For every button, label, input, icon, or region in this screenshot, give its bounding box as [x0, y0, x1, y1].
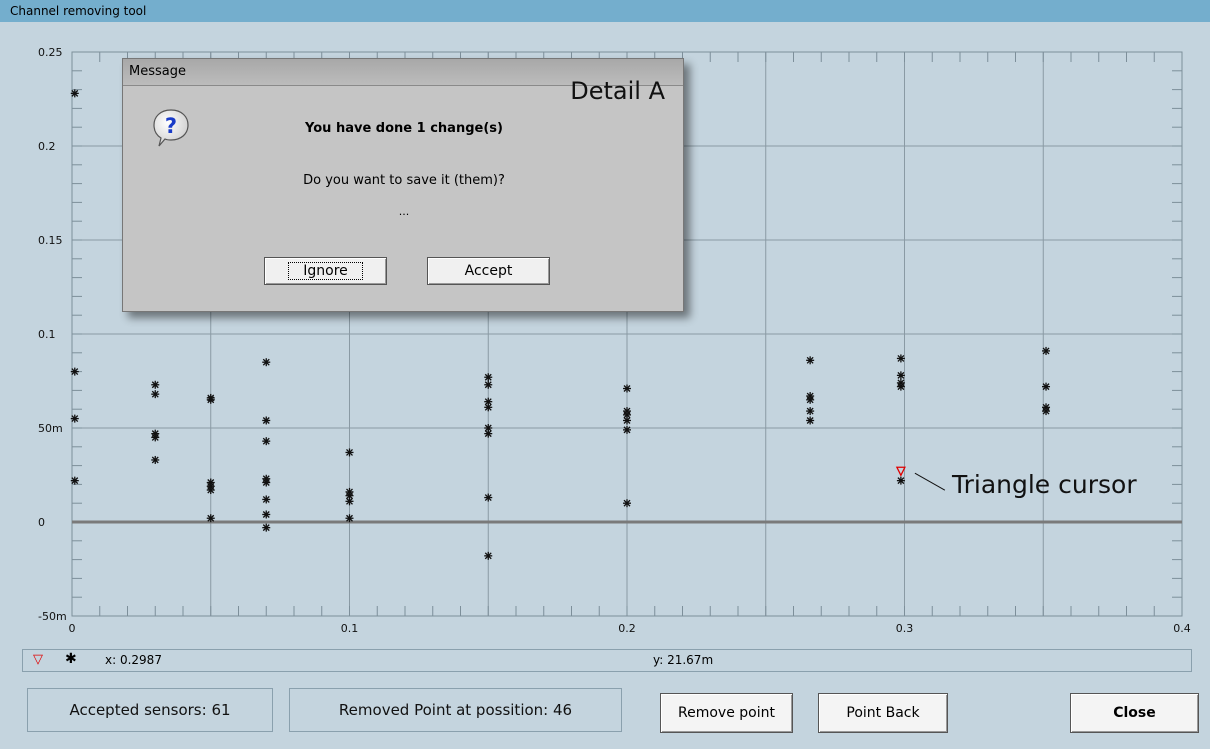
data-point: [206, 486, 215, 495]
data-point: [345, 497, 354, 506]
data-point: [262, 416, 271, 425]
data-point: [484, 380, 493, 389]
data-point: [70, 476, 79, 485]
save-changes-dialog: Message Detail A ? You have done 1 chang…: [122, 58, 684, 312]
x-tick-label: 0.3: [896, 622, 914, 635]
data-point: [262, 478, 271, 487]
data-point: [206, 514, 215, 523]
data-point: [896, 382, 905, 391]
data-point: [896, 476, 905, 485]
data-point: [345, 514, 354, 523]
data-point: [484, 429, 493, 438]
data-point: [151, 380, 160, 389]
y-tick-label: 0.15: [38, 234, 63, 247]
data-point: [1042, 407, 1051, 416]
y-tick-label: 0.2: [38, 140, 56, 153]
data-point: [1042, 346, 1051, 355]
x-tick-label: 0.2: [618, 622, 636, 635]
data-point: [1042, 382, 1051, 391]
dialog-message-ellipsis: ...: [398, 205, 410, 218]
data-point: [484, 373, 493, 382]
data-point: [70, 367, 79, 376]
removed-point-box: Removed Point at possition: 46: [289, 688, 622, 732]
data-point: [70, 89, 79, 98]
triangle-cursor-icon: ▽: [33, 652, 43, 667]
data-point: [806, 407, 815, 416]
data-point: [70, 414, 79, 423]
y-tick-label: 0.25: [38, 46, 63, 59]
dialog-message-question: Do you want to save it (them)?: [303, 173, 505, 188]
data-point: [262, 437, 271, 446]
data-point: [151, 390, 160, 399]
data-point: [484, 403, 493, 412]
x-tick-label: 0.4: [1173, 622, 1191, 635]
data-point: [262, 495, 271, 504]
remove-point-button[interactable]: Remove point: [660, 693, 793, 733]
x-tick-label: 0: [69, 622, 76, 635]
data-point: [262, 358, 271, 367]
data-point: [623, 384, 631, 393]
cursor-y-readout: y: 21.67m: [653, 653, 714, 667]
ignore-button[interactable]: Ignore: [264, 257, 387, 285]
accepted-sensors-box: Accepted sensors: 61: [27, 688, 273, 732]
data-point: [806, 395, 815, 404]
cursor-x-readout: x: 0.2987: [105, 653, 162, 667]
x-tick-label: 0.1: [341, 622, 359, 635]
data-point: [484, 493, 493, 502]
y-tick-label: 0.1: [38, 328, 56, 341]
dialog-message-changes: You have done 1 change(s): [305, 121, 503, 136]
data-point: [896, 371, 905, 380]
data-point: [206, 395, 215, 404]
asterisk-marker-icon: ✱: [65, 651, 77, 667]
data-point: [345, 448, 354, 457]
data-point: [623, 425, 631, 434]
triangle-cursor-annotation: Triangle cursor: [952, 470, 1137, 499]
data-point: [896, 354, 905, 363]
data-point: [623, 416, 631, 425]
close-button[interactable]: Close: [1070, 693, 1199, 733]
data-point: [806, 356, 815, 365]
data-point: [151, 455, 160, 464]
point-back-button[interactable]: Point Back: [818, 693, 948, 733]
data-point: [262, 523, 271, 532]
data-point: [484, 551, 493, 560]
detail-label: Detail A: [570, 77, 665, 105]
data-point: [623, 499, 631, 508]
data-point: [806, 416, 815, 425]
y-tick-label: 0: [38, 516, 45, 529]
y-tick-label: -50m: [38, 610, 67, 623]
accept-button[interactable]: Accept: [427, 257, 550, 285]
data-point: [262, 510, 271, 519]
data-point: [151, 433, 160, 442]
window-title: Channel removing tool: [0, 0, 1210, 22]
y-tick-label: 50m: [38, 422, 63, 435]
ignore-button-label: Ignore: [288, 262, 363, 280]
cursor-status-bar: ▽ ✱ x: 0.2987 y: 21.67m: [22, 649, 1192, 672]
